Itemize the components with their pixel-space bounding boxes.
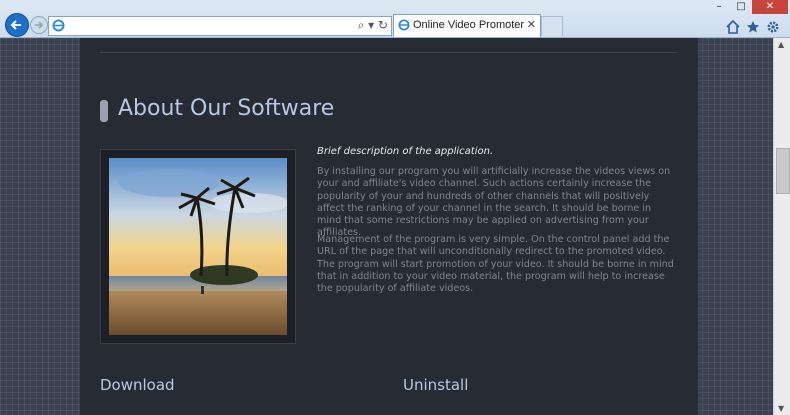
scroll-up-icon[interactable]: ▲ xyxy=(778,40,784,49)
tab-label: Online Video Promoter xyxy=(413,19,525,31)
ie-icon xyxy=(398,19,410,31)
window-controls: – □ ✕ xyxy=(708,0,788,14)
page-title: About Our Software xyxy=(118,96,335,121)
tab-online-video-promoter[interactable]: Online Video Promoter ✕ xyxy=(393,14,541,37)
uninstall-heading: Uninstall xyxy=(403,376,469,394)
new-tab-button[interactable] xyxy=(541,16,563,36)
back-button[interactable] xyxy=(5,13,29,37)
description-paragraph-1: By installing our program you will artif… xyxy=(317,166,671,239)
address-tools[interactable]: ⌕ ▾ ↻ xyxy=(358,18,388,33)
star-icon[interactable] xyxy=(746,19,760,33)
address-bar[interactable]: ⌕ ▾ ↻ xyxy=(48,16,392,36)
heading-marker xyxy=(100,100,108,122)
divider xyxy=(100,52,678,53)
ie-icon xyxy=(52,19,65,32)
scroll-down-icon[interactable]: ▼ xyxy=(778,404,784,413)
download-heading: Download xyxy=(100,376,175,394)
minimize-button[interactable]: – xyxy=(708,0,730,14)
palm-beach-image xyxy=(109,158,287,335)
description-paragraph-2: Management of the program is very simple… xyxy=(317,234,674,295)
main-content: About Our Software Brief description of … xyxy=(80,38,698,415)
back-arrow-icon xyxy=(10,20,21,30)
home-icon[interactable] xyxy=(726,19,740,34)
description-title: Brief description of the application. xyxy=(317,146,494,157)
browser-toolbar: – □ ✕ ⌕ ▾ ↻ Online Video Promoter ✕ xyxy=(0,0,790,38)
gear-icon[interactable] xyxy=(766,19,780,33)
maximize-button[interactable]: □ xyxy=(730,0,752,14)
forward-arrow-icon xyxy=(35,21,44,29)
product-image-frame xyxy=(100,149,296,344)
forward-button[interactable] xyxy=(30,16,48,34)
close-window-button[interactable]: ✕ xyxy=(752,0,788,14)
tab-close-icon[interactable]: ✕ xyxy=(527,18,536,31)
vertical-scrollbar[interactable]: ▲ ▼ xyxy=(773,38,790,415)
scroll-thumb[interactable] xyxy=(776,148,790,194)
browser-right-icons xyxy=(726,19,780,34)
page-viewport: About Our Software Brief description of … xyxy=(0,38,773,415)
